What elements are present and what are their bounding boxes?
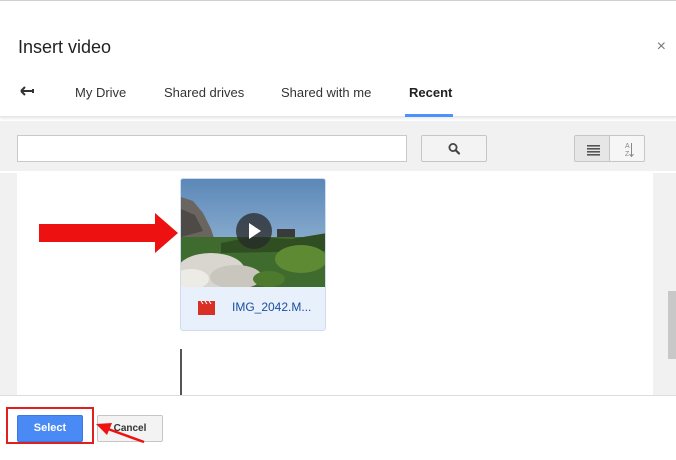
- dialog-title: Insert video: [18, 37, 112, 57]
- list-view-icon: [587, 145, 600, 156]
- divider: [180, 349, 182, 397]
- file-grid: IMG_2042.M...: [0, 173, 676, 397]
- search-button[interactable]: [421, 135, 487, 162]
- sort-button[interactable]: A Z: [609, 135, 645, 162]
- dialog-footer: Select Cancel: [0, 395, 676, 460]
- search-icon: [448, 143, 461, 155]
- tab-bar: My Drive Shared drives Shared with me Re…: [0, 71, 676, 117]
- close-icon[interactable]: ×: [657, 39, 666, 55]
- tab-recent[interactable]: Recent: [409, 85, 452, 100]
- tab-shared-with-me[interactable]: Shared with me: [281, 85, 371, 100]
- select-highlight-box: [6, 407, 94, 444]
- grid-gutter-left: [0, 173, 17, 395]
- search-input[interactable]: [17, 135, 407, 162]
- file-card[interactable]: IMG_2042.M...: [180, 178, 326, 331]
- tab-shared-drives[interactable]: Shared drives: [164, 85, 244, 100]
- sort-az-icon: A Z: [625, 143, 634, 158]
- tab-my-drive[interactable]: My Drive: [75, 85, 126, 100]
- grid-area: [338, 173, 653, 395]
- active-tab-indicator: [405, 114, 453, 117]
- video-file-icon: [198, 301, 215, 315]
- back-arrow-icon[interactable]: [18, 83, 36, 99]
- grid-gutter-right: [653, 173, 676, 395]
- file-name: IMG_2042.M...: [232, 300, 312, 314]
- scrollbar[interactable]: [668, 291, 676, 359]
- svg-text:A: A: [625, 143, 630, 150]
- video-thumbnail: [181, 179, 325, 287]
- svg-text:Z: Z: [625, 151, 630, 158]
- list-view-button[interactable]: [574, 135, 610, 162]
- cancel-button[interactable]: Cancel: [97, 415, 163, 442]
- insert-video-dialog: Insert video × My Drive Shared drives Sh…: [0, 0, 676, 460]
- search-toolbar: A Z: [0, 121, 676, 171]
